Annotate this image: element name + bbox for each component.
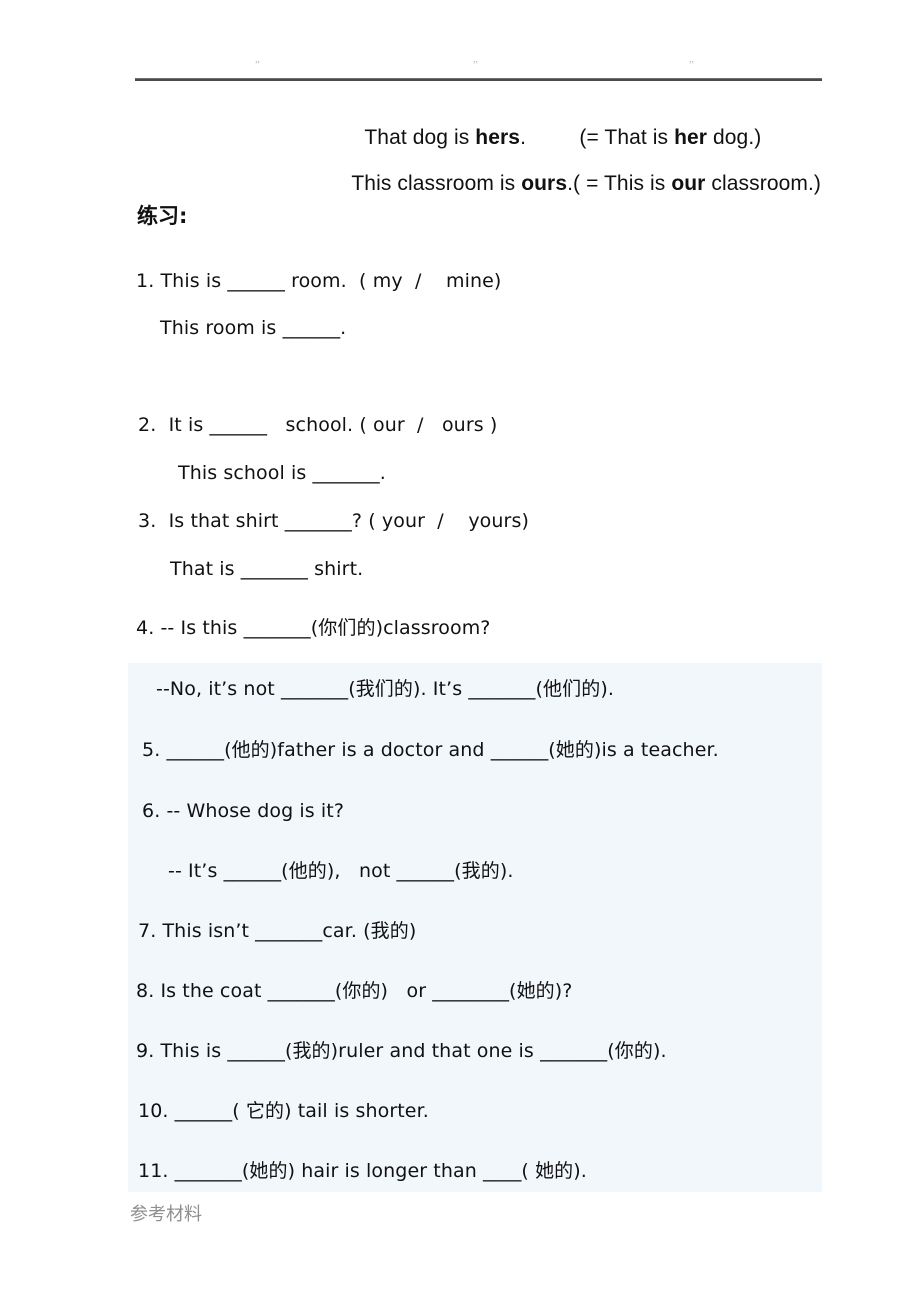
exercise-item-3a: 3. Is that shirt _______? ( your / yours…	[138, 510, 529, 532]
exercise-item-5: 5. ______(他的)father is a doctor and ____…	[142, 739, 719, 761]
exercise-item-9: 9. This is ______(我的)ruler and that one …	[136, 1040, 667, 1062]
example-text-part: .( = This is	[567, 172, 672, 195]
exercise-item-6a: 6. -- Whose dog is it?	[142, 800, 345, 822]
exercise-item-8: 8. Is the coat _______(你的) or ________(她…	[136, 980, 573, 1002]
header-faint-marks: ” ” ”	[135, 60, 822, 76]
exercise-item-10: 10. ______( 它的) tail is shorter.	[138, 1100, 429, 1122]
example-bold-ours: ours	[521, 172, 568, 195]
example-bold-our: our	[671, 172, 706, 195]
exercise-item-2b: This school is _______.	[178, 462, 386, 484]
section-heading-exercises: 练习:	[137, 204, 188, 228]
example-text-part: This classroom is	[351, 172, 522, 195]
exercise-item-7: 7. This isn’t _______car. (我的)	[138, 920, 417, 942]
header-divider	[135, 78, 822, 81]
document-page: ” ” ” That dog is hers. (= That is her d…	[0, 0, 920, 1302]
exercise-item-4a: 4. -- Is this _______(你们的)classroom?	[136, 617, 491, 639]
example-sentence-ours: This classroom is ours.( = This is our c…	[328, 143, 821, 224]
exercise-item-1a: 1. This is ______ room. ( my / mine)	[136, 270, 502, 292]
faint-quote-mark: ”	[473, 59, 479, 71]
exercise-item-1b: This room is ______.	[160, 317, 347, 339]
example-text-part: classroom.)	[705, 172, 822, 195]
faint-quote-mark: ”	[255, 59, 261, 71]
exercise-item-4b: --No, it’s not _______(我们的). It’s ______…	[156, 678, 614, 700]
faint-quote-mark: ”	[689, 59, 695, 71]
exercise-item-6b: -- It’s ______(他的), not ______(我的).	[168, 860, 514, 882]
exercise-item-3b: That is _______ shirt.	[170, 558, 364, 580]
exercise-item-11: 11. _______(她的) hair is longer than ____…	[138, 1160, 587, 1182]
footer-watermark: 参考材料	[130, 1204, 202, 1225]
exercise-item-2a: 2. It is ______ school. ( our / ours )	[138, 414, 498, 436]
